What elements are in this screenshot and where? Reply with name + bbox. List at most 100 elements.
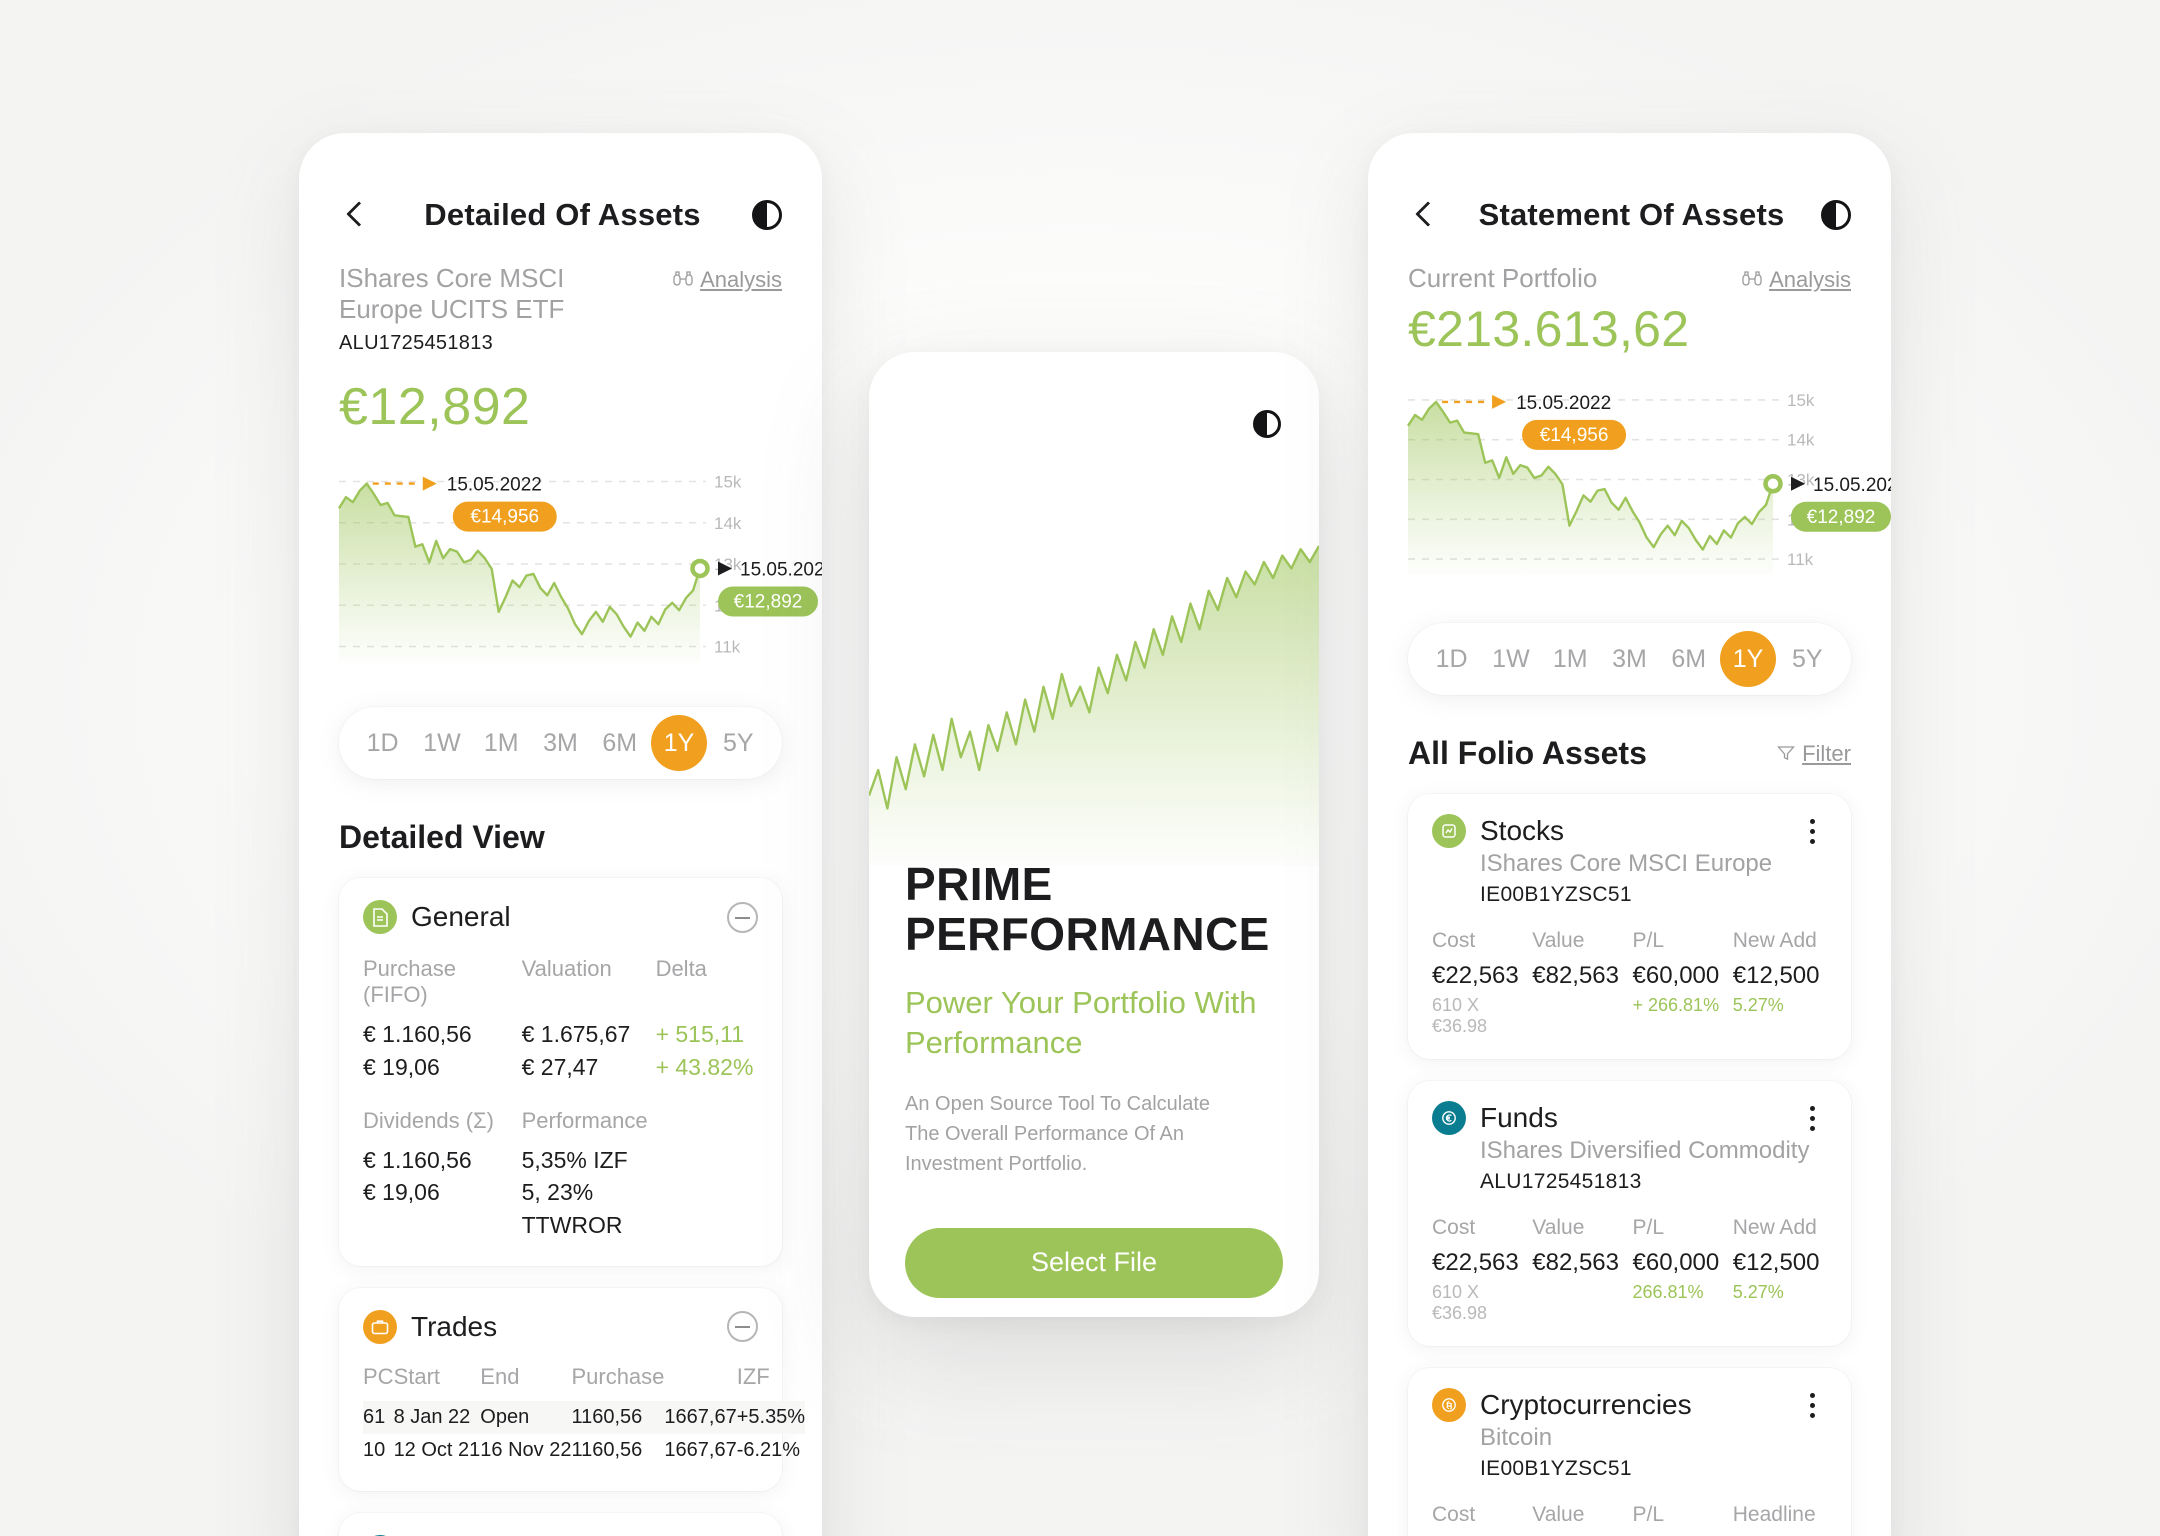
table-cell: 61 [363,1400,394,1434]
analysis-link[interactable]: Analysis [673,263,782,293]
metric-header: Cost [1432,1216,1476,1239]
metric-value: €82,563 [1532,962,1620,989]
back-button[interactable] [339,198,373,232]
page-title: Detailed Of Assets [424,197,701,232]
analysis-link[interactable]: Analysis [1742,263,1851,293]
general-card-header: General [363,900,758,935]
range-option-1m[interactable]: 1M [473,715,529,771]
more-options-icon[interactable] [1797,818,1827,844]
metric-cell: €82,563 [1532,1249,1626,1324]
asset-card[interactable]: Cryptocurrencies Bitcoin IE00B1YZSC51 Cost V… [1408,1368,1851,1536]
range-option-1w[interactable]: 1W [1483,631,1539,687]
range-option-3m[interactable]: 3M [1601,631,1657,687]
center-chart-svg [869,545,1319,866]
range-option-1m[interactable]: 1M [1542,631,1598,687]
range-option-1y[interactable]: 1Y [651,715,708,772]
theme-contrast-icon[interactable] [1253,410,1281,438]
trades-card-title: Trades [411,1310,498,1342]
theme-contrast-icon[interactable] [752,200,782,230]
range-option-1w[interactable]: 1W [414,715,470,771]
range-option-5y[interactable]: 5Y [710,715,766,771]
hero-description: An Open Source Tool To Calculate The Ove… [905,1092,1211,1176]
cell-value: € 19,06 [363,1179,440,1206]
hero-performance-chart [869,436,1319,866]
analysis-label: Analysis [700,267,782,292]
more-options-icon[interactable] [1797,1105,1827,1131]
svg-text:11k: 11k [1787,550,1814,569]
range-option-1d[interactable]: 1D [1424,631,1480,687]
cell-empty [656,1144,758,1177]
minus-circle-icon[interactable] [727,1311,758,1343]
instrument-value: €12,892 [339,378,531,437]
metric-header: P/L [1632,1503,1665,1526]
table-row[interactable]: 61 8 Jan 22 Open 1160,56 1667,67 +5.35% [363,1400,806,1434]
svg-text:15k: 15k [714,473,742,492]
table-cell: 12 Oct 21 [393,1438,481,1461]
asset-card[interactable]: Funds IShares Diversified Commodity ALU172… [1408,1081,1851,1346]
col-header: Purchase (FIFO) [363,956,456,1008]
metric-value: €60,000 [1632,962,1720,989]
range-option-1y[interactable]: 1Y [1720,631,1777,687]
col-header: Delta [655,956,707,982]
trades-col-header: PC [363,1363,394,1389]
select-file-button[interactable]: Select File [905,1227,1283,1298]
range-option-6m[interactable]: 6M [1661,631,1717,687]
asset-instrument: IShares Core MSCI Europe [1480,850,1773,877]
left-performance-chart: 15k14k13k12k11k15.05.2022€14,95615.05.20… [299,451,822,681]
assets-list: Stocks IShares Core MSCI Europe IE00B1YZSC… [1368,794,1891,1536]
metric-header: Cost [1432,929,1476,952]
hero-content: PRIME PERFORMANCE Power Your Portfolio W… [869,859,1319,1317]
table-cell: 8 Jan 22 [393,1400,481,1434]
asset-name: Stocks [1480,815,1565,846]
portfolio-value: €213.613,62 [1408,301,1690,357]
cell-value: € 27,47 [521,1054,599,1080]
svg-text:15.05.2022: 15.05.2022 [447,475,542,496]
left-section-header: Detailed View [339,819,782,856]
general-card: General Purchase (FIFO) Valuation Delta … [339,878,782,1266]
table-row[interactable]: 10 12 Oct 21 16 Nov 22 1160,56 1667,67 -6.21% [363,1434,805,1467]
asset-name: Cryptocurrencies [1480,1389,1692,1420]
cell-value: 5,35% IZF [521,1146,628,1173]
back-button[interactable] [1408,198,1442,232]
asset-instrument: IShares Diversified Commodity [1480,1137,1810,1164]
more-options-icon[interactable] [1797,1392,1827,1418]
trades-table-body: 61 8 Jan 22 Open 1160,56 1667,67 +5.35% 10 12 O… [363,1400,806,1467]
instrument-isin: ALU1725451813 [339,332,494,355]
asset-isin: ALU1725451813 [1480,1170,1642,1193]
range-option-5y[interactable]: 5Y [1779,631,1835,687]
asset-card[interactable]: Stocks IShares Core MSCI Europe IE00B1YZSC… [1408,794,1851,1059]
svg-text:15.05.2023: 15.05.2023 [740,560,822,581]
range-option-6m[interactable]: 6M [592,715,648,771]
range-option-1d[interactable]: 1D [355,715,411,771]
table-cell: +5.35% [736,1400,806,1434]
metric-header: Headline [1732,1503,1816,1526]
trades-col-header: Start [393,1363,441,1389]
filter-link[interactable]: Filter [1777,741,1851,767]
cell-value: € 1.675,67 [521,1021,631,1048]
metric-value: €60,000 [1632,1249,1720,1276]
filter-label: Filter [1802,740,1851,766]
trades-table: PC Start End Purchase IZF 61 8 Jan 22 Open 1160… [363,1363,806,1467]
phone-detailed-of-assets: Detailed Of Assets IShares Core MSCI Eur… [299,133,822,1536]
asset-card-header: Funds [1432,1101,1827,1135]
theme-contrast-icon[interactable] [1821,200,1851,230]
metric-value: €82,563 [1532,1249,1620,1276]
minus-circle-icon[interactable] [727,901,758,933]
right-range-selector[interactable]: 1D 1W 1M 3M 6M 1Y 5Y [1408,623,1851,695]
instrument-name: IShares Core MSCI Europe UCITS ETF [339,263,565,324]
range-option-3m[interactable]: 3M [532,715,588,771]
asset-metrics-grid: CostValueP/LHeadline€22,563610 X €36.98€… [1432,1503,1827,1536]
svg-text:14k: 14k [714,514,742,533]
dividend-payments-card: Dividend Payments DatePcGrossTaxFeeNet 2… [339,1512,782,1536]
binoculars-icon [1742,267,1762,293]
svg-text:€14,956: €14,956 [470,507,539,528]
left-range-selector[interactable]: 1D 1W 1M 3M 6M 1Y 5Y [339,707,782,780]
document-icon [363,900,397,935]
metric-cell: €82,563 [1532,962,1626,1037]
right-chart-svg: 15k14k13k12k11k15.05.2022€14,95615.05.20… [1406,391,1891,575]
metric-cell: €60,000 266.81% [1633,1249,1727,1324]
metric-header: Cost [1432,1503,1476,1526]
cell-value: + 515,11 [655,1021,745,1048]
table-cell: 1667,67 [664,1438,737,1461]
page-title: Statement Of Assets [1478,197,1785,232]
